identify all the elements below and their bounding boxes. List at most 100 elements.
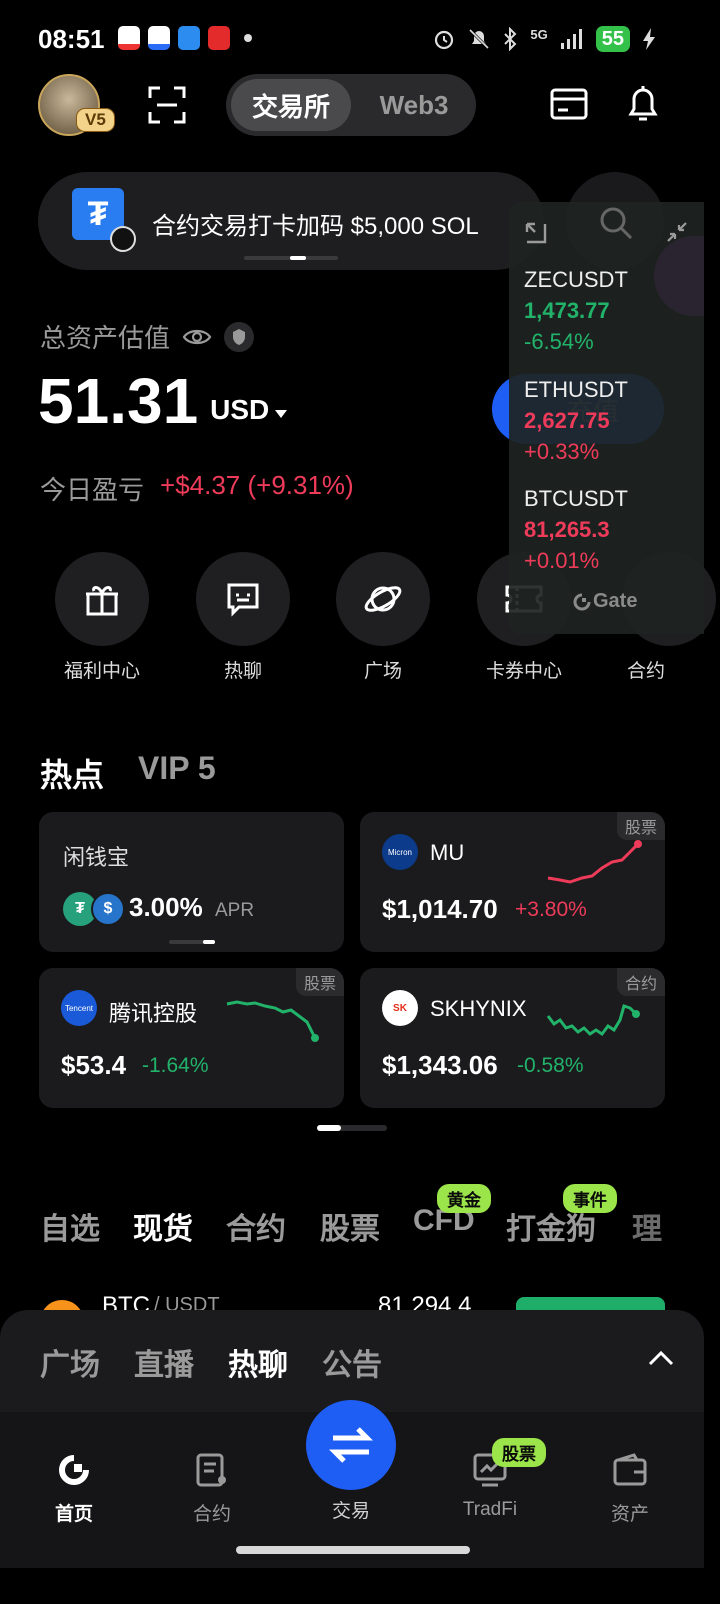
nav-label: TradFi <box>462 1499 518 1520</box>
feed-tab-square[interactable]: 广场 <box>40 1340 100 1384</box>
quick-action-welfare[interactable]: 福利中心 <box>55 552 149 683</box>
hot-card-name: 腾讯控股 <box>109 1001 198 1026</box>
ticker-price: 2,627.75 <box>524 408 610 433</box>
hot-title[interactable]: 热点 <box>40 750 104 796</box>
nav-home[interactable]: 首页 <box>34 1452 114 1526</box>
nav-futures[interactable]: 合约 <box>172 1452 252 1526</box>
skhynix-logo: SK <box>382 990 418 1026</box>
gift-icon <box>55 552 149 646</box>
sparkline-down <box>226 1000 319 1042</box>
quick-action-square[interactable]: 广场 <box>336 552 430 683</box>
market-tab-futures[interactable]: 合约 <box>226 1204 286 1248</box>
micron-logo: Micron <box>382 834 418 870</box>
mute-icon <box>469 28 490 50</box>
hot-card-mu[interactable]: 股票 Micron MU $1,014.70 +3.80% <box>360 812 665 952</box>
home-indicator[interactable] <box>236 1546 470 1554</box>
nav-label: 资产 <box>610 1504 649 1525</box>
bluetooth-icon <box>504 27 517 51</box>
chevron-up-icon[interactable] <box>648 1350 674 1366</box>
hot-card-skhynix[interactable]: 合约 SK SKHYNIX $1,343.06 -0.58% <box>360 968 665 1108</box>
hot-card-change: -1.64% <box>142 1054 209 1077</box>
banner-text: 合约交易打卡加码 $5,000 SOL <box>152 213 479 240</box>
ticker-symbol: BTCUSDT <box>524 486 628 511</box>
market-tab-finance[interactable]: 理 <box>632 1204 662 1248</box>
sol-coin-icon <box>110 226 136 252</box>
chat-icon <box>196 552 290 646</box>
asset-label: 总资产估值 <box>40 323 171 353</box>
nav-trade[interactable]: 交易 <box>306 1400 396 1523</box>
banner-pager <box>244 256 338 260</box>
ticker-symbol: ETHUSDT <box>524 377 628 402</box>
market-tab-favorites[interactable]: 自选 <box>40 1204 100 1248</box>
hot-card-tag: 股票 <box>295 968 344 996</box>
ticker-item[interactable]: ETHUSDT 2,627.75 +0.33% <box>524 374 628 467</box>
usdc-coin-icon: $ <box>91 892 125 926</box>
quick-action-label: 热聊 <box>223 661 262 682</box>
sparkline-up <box>547 840 642 884</box>
planet-icon <box>336 552 430 646</box>
asset-amount-row: 51.31 USD <box>38 364 288 438</box>
hot-card-value: $53.4 <box>61 1050 127 1080</box>
scan-icon[interactable] <box>148 86 186 124</box>
alarm-icon <box>435 30 454 50</box>
eye-icon[interactable] <box>182 326 212 348</box>
hot-pager <box>317 1125 387 1131</box>
ticker-price: 1,473.77 <box>524 298 610 323</box>
expand-icon[interactable] <box>525 222 547 244</box>
status-bar: 08:51 5G 55 <box>0 0 704 80</box>
home-icon <box>59 1455 89 1485</box>
ticker-item[interactable]: ZECUSDT 1,473.77 -6.54% <box>524 264 628 357</box>
tradfi-badge: 股票 <box>492 1438 546 1467</box>
hot-card-tag: 股票 <box>616 812 665 840</box>
sparkline-flat <box>546 1004 640 1037</box>
ticker-symbol: ZECUSDT <box>524 267 628 292</box>
tab-exchange[interactable]: 交易所 <box>231 79 351 131</box>
more-dot-icon <box>244 34 252 42</box>
caret-down-icon[interactable] <box>275 410 288 418</box>
card-pager <box>169 940 215 944</box>
quick-action-chat[interactable]: 热聊 <box>196 552 290 683</box>
notification-icons <box>118 26 252 50</box>
hot-card-tencent[interactable]: 股票 Tencent 腾讯控股 $53.4 -1.64% <box>39 968 344 1108</box>
asset-currency[interactable]: USD <box>210 394 269 426</box>
feed-tab-live[interactable]: 直播 <box>134 1340 194 1384</box>
hot-card-value: 3.00% <box>129 892 203 922</box>
nav-label: 合约 <box>192 1504 231 1525</box>
charging-icon <box>643 28 655 50</box>
bell-icon[interactable] <box>626 84 660 124</box>
hot-card-change: -0.58% <box>517 1054 584 1077</box>
vip-title[interactable]: VIP 5 <box>138 750 216 796</box>
network-label: 5G <box>530 26 548 42</box>
event-badge: 事件 <box>563 1184 617 1213</box>
hot-card-name: MU <box>430 840 465 865</box>
bottom-nav: 首页 合约 交易 TradFi 股票 资产 <box>0 1400 704 1568</box>
quick-action-label: 广场 <box>363 661 402 682</box>
tab-web3-label: Web3 <box>379 89 449 120</box>
ticker-item[interactable]: BTCUSDT 81,265.3 +0.01% <box>524 483 628 576</box>
feed-tab-announcements[interactable]: 公告 <box>322 1340 382 1384</box>
market-tab-spot[interactable]: 现货 <box>133 1204 193 1248</box>
market-tab-stocks[interactable]: 股票 <box>320 1204 380 1248</box>
tab-web3[interactable]: Web3 <box>356 79 472 131</box>
battery-indicator: 55 <box>595 26 630 52</box>
card-icon[interactable] <box>550 88 588 120</box>
search-icon[interactable] <box>599 206 633 240</box>
nav-assets[interactable]: 资产 <box>590 1452 670 1526</box>
hot-header: 热点 VIP 5 <box>40 750 216 796</box>
promo-banner[interactable]: ₮ 合约交易打卡加码 $5,000 SOL <box>38 172 544 270</box>
system-icons: 5G 55 <box>432 26 656 52</box>
hot-card-name: 闲钱宝 <box>63 845 130 870</box>
ticker-price: 81,265.3 <box>524 517 610 542</box>
mode-switch: 交易所 Web3 <box>226 74 476 136</box>
pnl-row: 今日盈亏 +$4.37 (+9.31%) <box>40 470 354 507</box>
asset-amount: 51.31 <box>38 365 199 437</box>
railway-app-icon <box>208 26 230 50</box>
shield-icon[interactable] <box>224 321 255 352</box>
feed-tab-chat[interactable]: 热聊 <box>228 1340 288 1384</box>
wallet-icon <box>613 1453 647 1486</box>
signal-icon <box>560 29 582 49</box>
hot-card-change: +3.80% <box>515 898 587 921</box>
hot-card-suffix: APR <box>215 900 255 921</box>
hot-card-tag: 合约 <box>616 968 665 996</box>
hot-card-savings[interactable]: 闲钱宝 ₮ $ 3.00% APR <box>39 812 344 952</box>
